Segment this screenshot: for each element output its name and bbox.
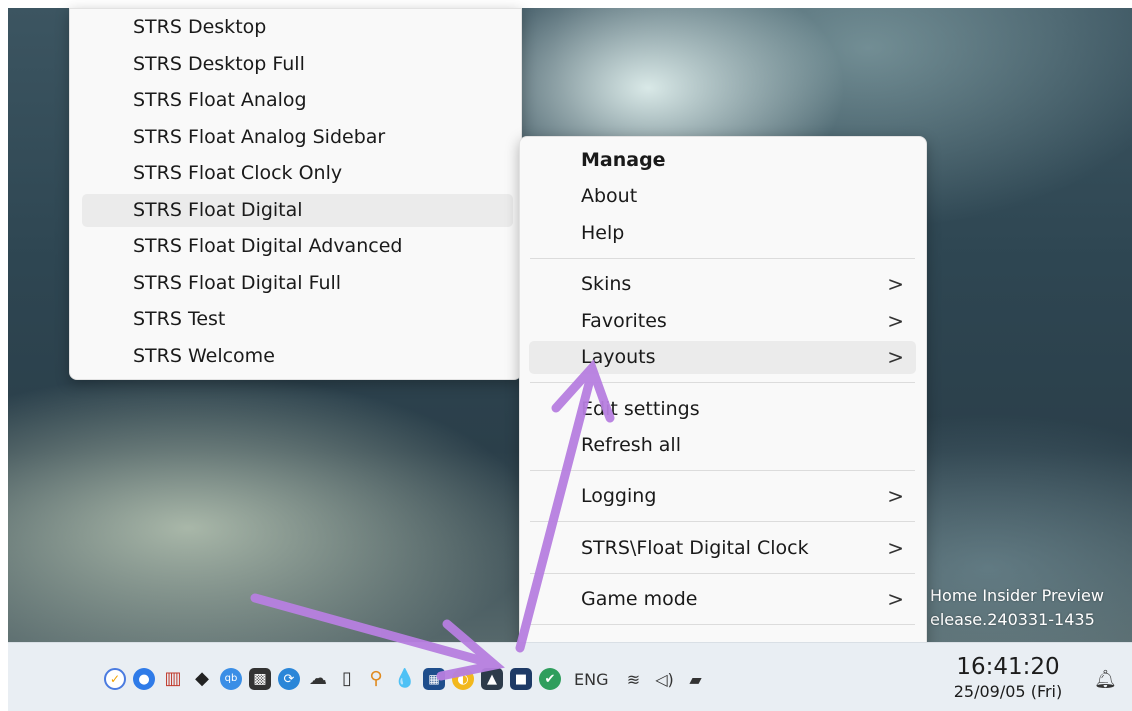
menu-item-current-skin-label: STRS\Float Digital Clock: [581, 537, 809, 559]
system-tray: ✓ ● ▥ ◆ qb ▩ ⟳ ☁ ▯ ⚲ 💧 ▦ ◐ ▲ ■ ✔ ENG ≋ ◁…: [104, 663, 707, 695]
notification-bell-icon[interactable]: 🔔︎: [1094, 669, 1117, 690]
image-app-icon[interactable]: ▩: [249, 668, 271, 690]
taskbar-clock[interactable]: 16:41:20 25/09/05 (Fri): [938, 653, 1078, 703]
menu-item-strs-float-clock-only[interactable]: STRS Float Clock Only: [82, 157, 513, 190]
menu-item-help[interactable]: Help: [529, 217, 916, 250]
layouts-submenu: STRS Desktop STRS Desktop Full STRS Floa…: [69, 8, 522, 380]
menu-separator: [530, 624, 915, 625]
menu-item-game-mode[interactable]: Game mode >: [529, 583, 916, 616]
menu-item-logging-label: Logging: [581, 485, 657, 507]
chevron-right-icon: >: [887, 345, 904, 369]
battery-icon[interactable]: ▰: [683, 670, 707, 689]
menu-item-layouts-label: Layouts: [581, 346, 656, 368]
checkmark-icon[interactable]: ✓: [104, 668, 126, 690]
menu-item-skins-label: Skins: [581, 273, 632, 295]
wifi-icon[interactable]: ≋: [621, 670, 645, 689]
menu-item-strs-float-digital-full[interactable]: STRS Float Digital Full: [82, 267, 513, 300]
menu-item-game-mode-label: Game mode: [581, 588, 698, 610]
menu-item-skins[interactable]: Skins >: [529, 268, 916, 301]
menu-item-layouts[interactable]: Layouts >: [529, 341, 916, 374]
menu-item-strs-float-digital-advanced[interactable]: STRS Float Digital Advanced: [82, 230, 513, 263]
menu-separator: [530, 573, 915, 574]
menu-item-manage[interactable]: Manage: [529, 144, 916, 177]
search-tool-icon[interactable]: ⚲: [365, 668, 387, 690]
clock-time: 16:41:20: [956, 654, 1060, 680]
browser-icon[interactable]: ●: [133, 668, 155, 690]
book-icon[interactable]: ▥: [162, 668, 184, 690]
windows-watermark: Home Insider Preview elease.240331-1435: [930, 584, 1104, 632]
rainmeter-context-menu: Manage About Help Skins > Favorites > La…: [519, 136, 927, 674]
menu-item-strs-float-analog-sidebar[interactable]: STRS Float Analog Sidebar: [82, 121, 513, 154]
menu-item-strs-float-analog[interactable]: STRS Float Analog: [82, 84, 513, 117]
chevron-right-icon: >: [887, 484, 904, 508]
menu-item-logging[interactable]: Logging >: [529, 480, 916, 513]
menu-item-current-skin[interactable]: STRS\Float Digital Clock >: [529, 532, 916, 565]
chevron-right-icon: >: [887, 272, 904, 296]
sync-icon[interactable]: ⟳: [278, 668, 300, 690]
app-icon[interactable]: ◆: [191, 668, 213, 690]
menu-item-edit-settings[interactable]: Edit settings: [529, 393, 916, 426]
chevron-right-icon: >: [887, 309, 904, 333]
menu-item-refresh-all[interactable]: Refresh all: [529, 429, 916, 462]
menu-separator: [530, 382, 915, 383]
menu-item-about[interactable]: About: [529, 180, 916, 213]
watermark-line-1: Home Insider Preview: [930, 586, 1104, 605]
taskbar: ✓ ● ▥ ◆ qb ▩ ⟳ ☁ ▯ ⚲ 💧 ▦ ◐ ▲ ■ ✔ ENG ≋ ◁…: [8, 642, 1132, 711]
menu-item-strs-test[interactable]: STRS Test: [82, 303, 513, 336]
volume-icon[interactable]: ◁): [652, 670, 676, 689]
rainmeter-drop-icon[interactable]: 💧: [394, 668, 416, 690]
chevron-right-icon: >: [887, 536, 904, 560]
menu-separator: [530, 258, 915, 259]
qbittorrent-icon[interactable]: qb: [220, 668, 242, 690]
menu-separator: [530, 521, 915, 522]
calendar-icon[interactable]: ▦: [423, 668, 445, 690]
menu-item-strs-welcome[interactable]: STRS Welcome: [82, 340, 513, 373]
moon-icon[interactable]: ◐: [452, 668, 474, 690]
menu-separator: [530, 470, 915, 471]
menu-item-strs-float-digital[interactable]: STRS Float Digital: [82, 194, 513, 227]
shield-check-icon[interactable]: ✔: [539, 668, 561, 690]
chevron-right-icon: >: [887, 587, 904, 611]
clipboard-icon[interactable]: ▯: [336, 668, 358, 690]
menu-item-strs-desktop-full[interactable]: STRS Desktop Full: [82, 48, 513, 81]
watermark-line-2: elease.240331-1435: [930, 610, 1095, 629]
picture-icon[interactable]: ▲: [481, 668, 503, 690]
clock-date: 25/09/05 (Fri): [953, 682, 1063, 701]
dark-app-icon[interactable]: ■: [510, 668, 532, 690]
menu-item-favorites-label: Favorites: [581, 310, 667, 332]
menu-item-favorites[interactable]: Favorites >: [529, 305, 916, 338]
cloud-icon[interactable]: ☁: [307, 668, 329, 690]
menu-item-strs-desktop[interactable]: STRS Desktop: [82, 11, 513, 44]
language-indicator[interactable]: ENG: [568, 670, 614, 689]
